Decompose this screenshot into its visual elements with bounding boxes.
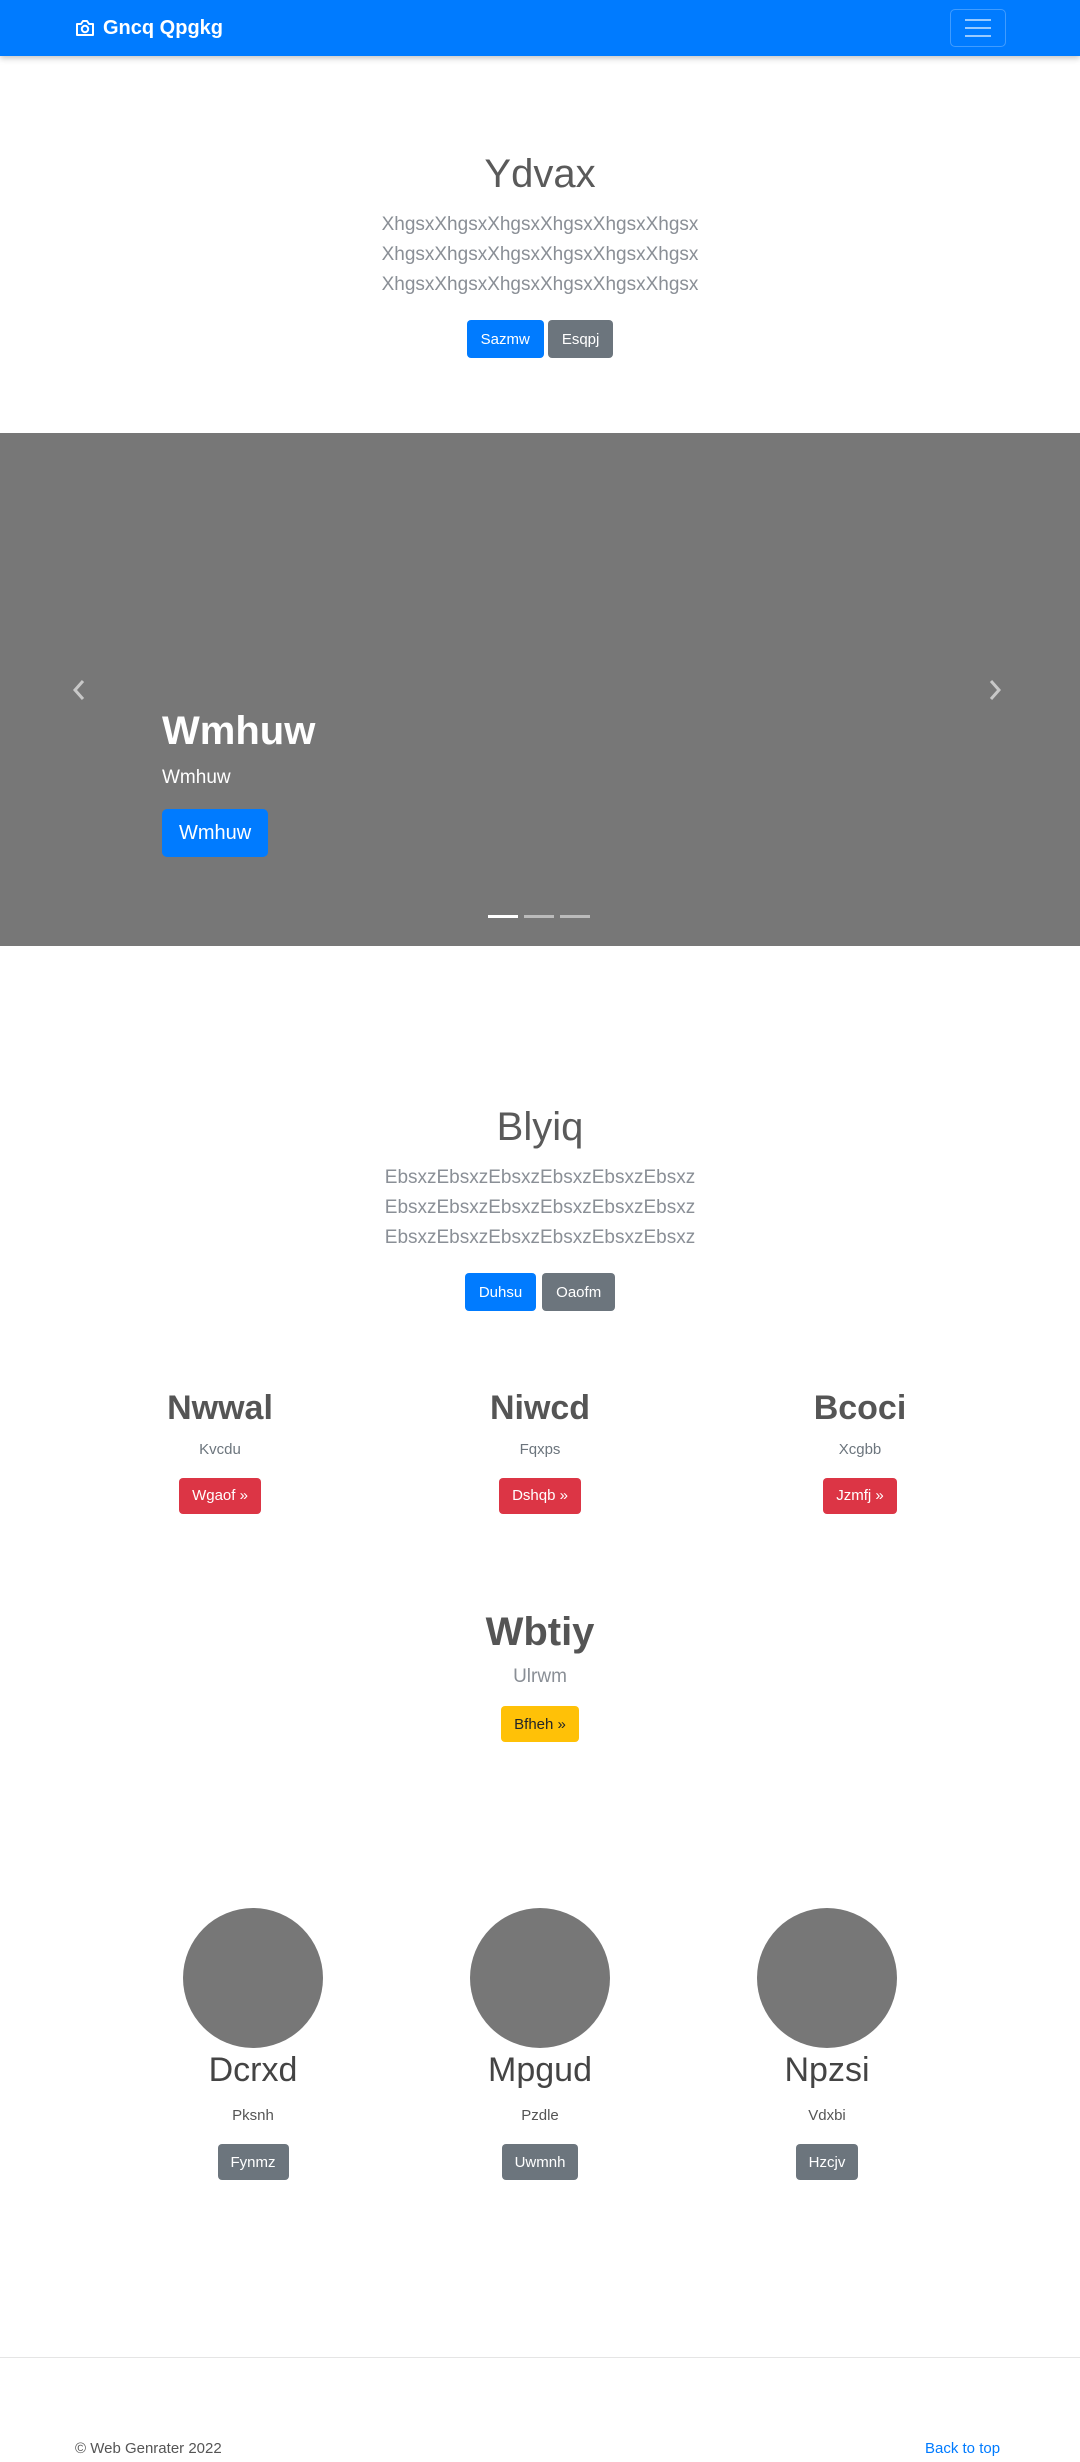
navbar-brand[interactable]: Gncq Qpgkg — [75, 0, 223, 56]
card-button[interactable]: Hzcjv — [795, 2144, 859, 2181]
navbar: Gncq Qpgkg — [0, 0, 1080, 56]
column-item: Bcoci Xcgbb Jzmfj » — [710, 1388, 1010, 1514]
navbar-toggler-button[interactable] — [950, 9, 1006, 47]
card-title: Npzsi — [784, 2051, 870, 2089]
brand-label: Gncq Qpgkg — [103, 16, 223, 39]
section-title: Blyiq — [496, 1105, 584, 1149]
section-secondary-button[interactable]: Oaofm — [542, 1273, 616, 1311]
hero-buttons: Sazmw Esqpj — [0, 320, 1080, 358]
hero-section: Ydvax XhgsxXhgsxXhgsxXhgsxXhgsxXhgsx Xhg… — [0, 150, 1080, 358]
carousel-subtext: Wmhuw — [162, 767, 231, 788]
carousel-heading: Wmhuw — [162, 709, 316, 753]
column-button[interactable]: Wgaof » — [179, 1477, 261, 1514]
card-text: Vdxbi — [808, 2107, 846, 2125]
profile-card: Npzsi Vdxbi Hzcjv — [707, 1908, 947, 2181]
column-title: Bcoci — [813, 1389, 907, 1427]
back-to-top-link[interactable]: Back to top — [925, 2440, 1000, 2457]
column-text: Kvcdu — [199, 1440, 241, 1458]
section-primary-button[interactable]: Duhsu — [464, 1273, 537, 1311]
profile-card: Dcrxd Pksnh Fynmz — [133, 1908, 373, 2181]
card-text: Pksnh — [232, 2107, 274, 2125]
section-buttons: Duhsu Oaofm — [0, 1273, 1080, 1311]
feature-text: Ulrwm — [513, 1666, 567, 1687]
profile-card: Mpgud Pzdle Uwmnh — [420, 1908, 660, 2181]
hamburger-line — [965, 35, 991, 37]
feature-title: Wbtiy — [485, 1610, 595, 1654]
card-title: Dcrxd — [208, 2051, 298, 2089]
card-text: Pzdle — [521, 2107, 559, 2125]
column-item: Niwcd Fqxps Dshqb » — [390, 1388, 690, 1514]
column-title: Nwwal — [167, 1389, 273, 1427]
card-title: Mpgud — [488, 2051, 592, 2089]
carousel-indicator[interactable] — [488, 915, 518, 918]
hero-primary-button[interactable]: Sazmw — [466, 320, 544, 358]
avatar — [470, 1908, 610, 2048]
feature-section: Wbtiy Ulrwm Bfheh » — [0, 1608, 1080, 1742]
card-button[interactable]: Uwmnh — [501, 2144, 579, 2181]
carousel-indicators — [488, 915, 590, 918]
card-button[interactable]: Fynmz — [217, 2144, 289, 2181]
hero-title: Ydvax — [484, 152, 596, 196]
footer-divider — [0, 2357, 1080, 2358]
avatar — [183, 1908, 323, 2048]
column-text: Fqxps — [519, 1440, 561, 1458]
carousel-indicator[interactable] — [560, 915, 590, 918]
carousel-caption: Wmhuw Wmhuw Wmhuw — [162, 709, 315, 857]
intro-section: Blyiq EbsxzEbsxzEbsxzEbsxzEbsxzEbsxz Ebs… — [0, 1103, 1080, 1311]
feature-button[interactable]: Bfheh » — [501, 1706, 579, 1742]
hamburger-menu-icon — [965, 19, 991, 21]
chevron-right-icon[interactable] — [988, 676, 1002, 708]
camera-icon — [76, 20, 94, 36]
column-text: Xcgbb — [838, 1440, 882, 1458]
chevron-left-icon[interactable] — [72, 676, 86, 708]
column-button[interactable]: Dshqb » — [499, 1477, 581, 1514]
hero-text: XhgsxXhgsxXhgsxXhgsxXhgsxXhgsx XhgsxXhgs… — [381, 214, 699, 295]
hero-secondary-button[interactable]: Esqpj — [547, 320, 614, 358]
footer-copyright: © Web Genrater 2022 — [75, 2440, 222, 2457]
avatar — [757, 1908, 897, 2048]
hamburger-line — [965, 27, 991, 29]
carousel-button[interactable]: Wmhuw — [162, 809, 269, 857]
section-text: EbsxzEbsxzEbsxzEbsxzEbsxzEbsxz EbsxzEbsx… — [384, 1167, 696, 1248]
carousel: Wmhuw Wmhuw Wmhuw — [0, 433, 1080, 946]
column-button[interactable]: Jzmfj » — [823, 1477, 897, 1514]
column-item: Nwwal Kvcdu Wgaof » — [70, 1388, 370, 1514]
column-title: Niwcd — [489, 1389, 591, 1427]
carousel-indicator[interactable] — [524, 915, 554, 918]
